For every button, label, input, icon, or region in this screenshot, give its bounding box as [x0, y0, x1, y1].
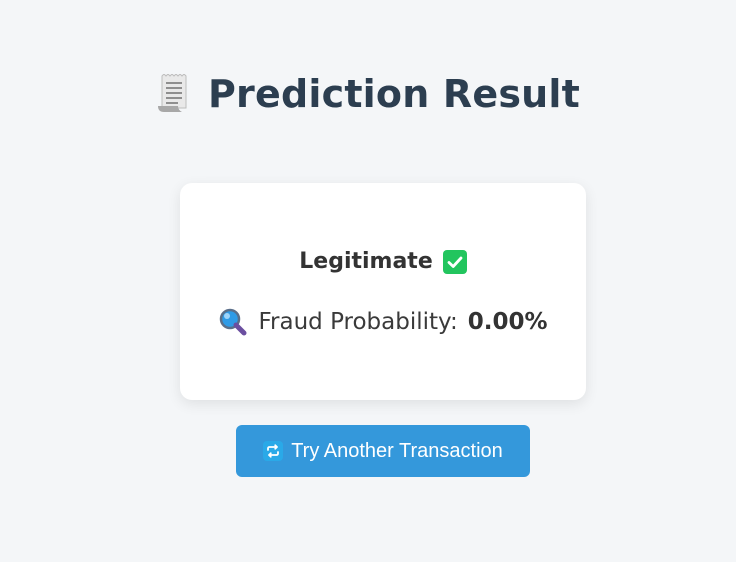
status-row: Legitimate — [180, 249, 586, 274]
probability-value: 0.00% — [467, 309, 548, 335]
receipt-icon — [156, 73, 190, 114]
result-card: Legitimate Fraud Probability: 0.00% — [180, 183, 586, 400]
try-another-transaction-button[interactable]: Try Another Transaction — [236, 425, 530, 477]
header: Prediction Result — [0, 72, 736, 116]
page: Prediction Result Legitimate Fraud Proba… — [0, 0, 736, 562]
probability-label: Fraud Probability: — [258, 309, 458, 335]
repeat-icon — [263, 441, 284, 461]
page-title: Prediction Result — [208, 72, 580, 116]
magnifier-icon — [218, 307, 248, 337]
probability-row: Fraud Probability: 0.00% — [180, 307, 586, 337]
check-mark-icon — [442, 249, 467, 274]
status-label: Legitimate — [299, 249, 433, 274]
try-another-transaction-label: Try Another Transaction — [291, 439, 503, 462]
